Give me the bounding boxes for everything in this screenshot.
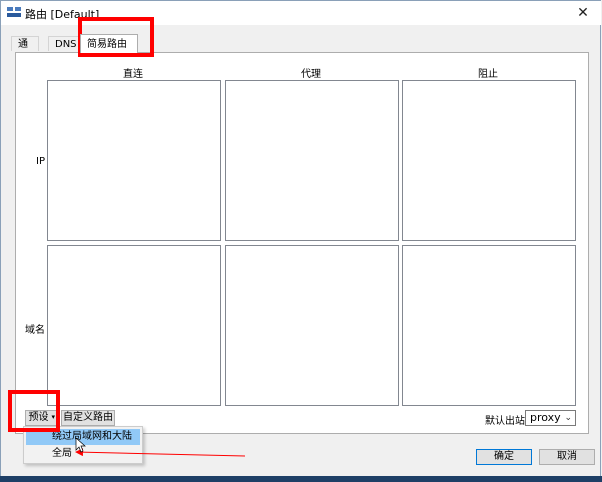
domain-block-textbox[interactable] — [402, 245, 576, 406]
column-header-proxy: 代理 — [301, 69, 321, 80]
tab-dns[interactable]: DNS — [48, 36, 79, 51]
ip-block-textbox[interactable] — [402, 80, 576, 241]
column-header-block: 阻止 — [478, 69, 498, 80]
menu-item-global[interactable]: 全局 — [26, 446, 140, 462]
default-outbound-label: 默认出站 — [485, 416, 525, 427]
default-outbound-select[interactable]: proxy ⌄ — [525, 410, 576, 426]
cancel-button[interactable]: 取消 — [539, 449, 595, 465]
row-label-domain: 域名 — [25, 325, 45, 336]
app-icon — [7, 7, 21, 17]
domain-direct-textbox[interactable] — [47, 245, 221, 406]
ok-button[interactable]: 确定 — [476, 449, 532, 465]
ip-proxy-textbox[interactable] — [225, 80, 399, 241]
row-label-ip: IP — [36, 156, 45, 167]
tab-general[interactable]: 通用 — [11, 36, 39, 65]
column-header-direct: 直连 — [123, 69, 143, 80]
tab-simple-routing[interactable]: 简易路由 — [80, 34, 138, 53]
domain-proxy-textbox[interactable] — [225, 245, 399, 406]
custom-route-button[interactable]: 自定义路由 — [61, 410, 115, 426]
taskbar-strip — [0, 476, 602, 482]
annotation-highlight-preset — [8, 390, 60, 432]
ip-direct-textbox[interactable] — [47, 80, 221, 241]
chevron-down-icon: ⌄ — [564, 413, 572, 423]
default-outbound-value: proxy — [530, 411, 561, 424]
close-icon[interactable]: ✕ — [573, 3, 593, 23]
routing-dialog: 路由 [Default] ✕ 通用 DNS 简易路由 直连 代理 阻止 IP 域… — [0, 0, 601, 481]
